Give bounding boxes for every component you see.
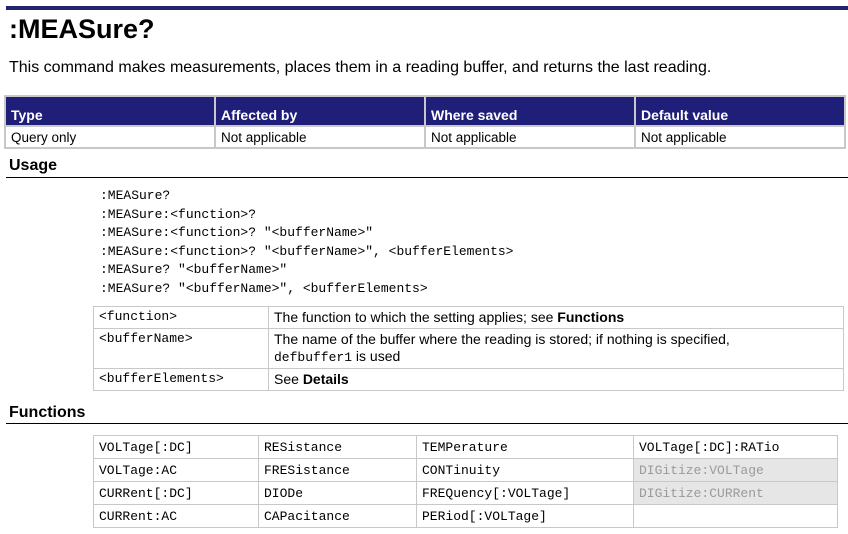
param-desc-buffer-elements: See Details [268, 368, 844, 391]
function-cell: CAPacitance [258, 504, 417, 528]
function-cell: CURRent:AC [93, 504, 259, 528]
usage-rule [6, 177, 848, 178]
header-affected-by: Affected by [214, 95, 426, 127]
function-cell: CONTinuity [416, 458, 634, 482]
usage-line: :MEASure:<function>? "<bufferName>" [100, 225, 374, 241]
function-cell: FRESistance [258, 458, 417, 482]
functions-rule [6, 423, 848, 424]
function-cell: FREQuency[:VOLTage] [416, 481, 634, 505]
functions-heading: Functions [9, 404, 86, 421]
param-desc-function: The function to which the setting applie… [268, 306, 844, 329]
usage-line: :MEASure:<function>? [100, 206, 257, 222]
usage-heading: Usage [9, 157, 58, 174]
function-cell: VOLTage[:DC]:RATio [633, 435, 838, 459]
param-desc-buffer-name: The name of the buffer where the reading… [268, 328, 844, 369]
header-default-value: Default value [634, 95, 846, 127]
function-cell: CURRent[:DC] [93, 481, 259, 505]
function-cell: PERiod[:VOLTage] [416, 504, 634, 528]
functions-link[interactable]: Functions [557, 309, 624, 325]
value-where-saved: Not applicable [424, 125, 636, 149]
function-cell-empty [633, 504, 838, 528]
value-affected-by: Not applicable [214, 125, 426, 149]
details-link[interactable]: Details [303, 371, 349, 387]
function-cell: VOLTage[:DC] [93, 435, 259, 459]
function-cell-dimmed: DIGitize:CURRent [633, 481, 838, 505]
properties-table: Type Affected by Where saved Default val… [4, 95, 846, 149]
usage-line: :MEASure? "<bufferName>" [100, 262, 288, 278]
usage-syntax: :MEASure? :MEASure:<function>? :MEASure:… [100, 187, 513, 299]
param-name-function: <function> [93, 306, 269, 329]
param-name-buffer-name: <bufferName> [93, 328, 269, 369]
function-cell: RESistance [258, 435, 417, 459]
header-type: Type [4, 95, 216, 127]
table-row: VOLTage[:DC] RESistance TEMPerature VOLT… [93, 435, 838, 459]
functions-table: VOLTage[:DC] RESistance TEMPerature VOLT… [93, 435, 838, 528]
command-description: This command makes measurements, places … [9, 59, 712, 76]
table-row: VOLTage:AC FRESistance CONTinuity DIGiti… [93, 458, 838, 482]
table-row: CURRent:AC CAPacitance PERiod[:VOLTage] [93, 504, 838, 528]
usage-line: :MEASure:<function>? "<bufferName>", <bu… [100, 243, 514, 259]
function-cell: DIODe [258, 481, 417, 505]
table-row: CURRent[:DC] DIODe FREQuency[:VOLTage] D… [93, 481, 838, 505]
page-title: :MEASure? [9, 14, 155, 44]
function-cell: TEMPerature [416, 435, 634, 459]
header-where-saved: Where saved [424, 95, 636, 127]
function-cell: VOLTage:AC [93, 458, 259, 482]
usage-line: :MEASure? "<bufferName>", <bufferElement… [100, 280, 428, 296]
function-cell-dimmed: DIGitize:VOLTage [633, 458, 838, 482]
top-rule [6, 6, 848, 10]
value-default-value: Not applicable [634, 125, 846, 149]
value-type: Query only [4, 125, 216, 149]
parameters-table: <function> The function to which the set… [93, 306, 844, 391]
param-name-buffer-elements: <bufferElements> [93, 368, 269, 391]
usage-line: :MEASure? [100, 188, 171, 203]
